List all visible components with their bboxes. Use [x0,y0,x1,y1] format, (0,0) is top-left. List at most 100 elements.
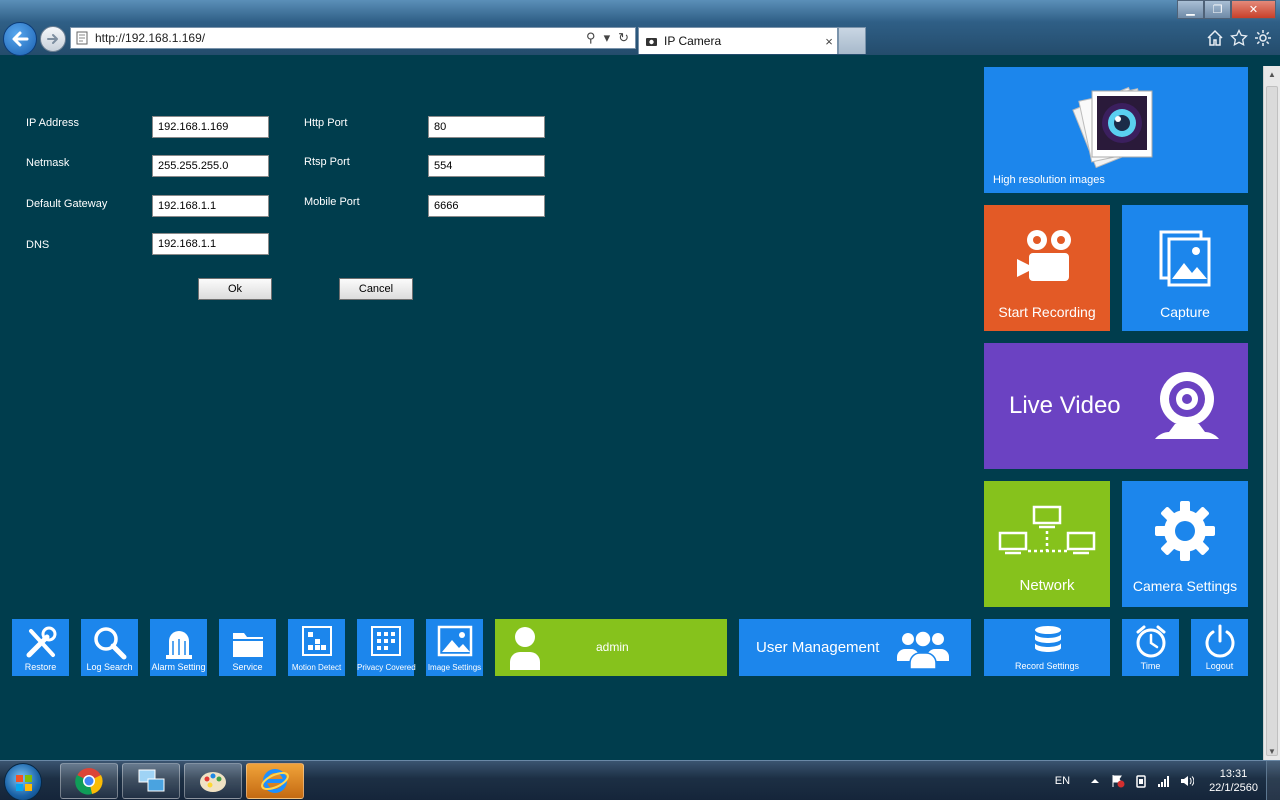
http-port-field[interactable] [428,116,545,138]
start-recording-label: Start Recording [998,304,1096,320]
time-label: Time [1140,661,1161,671]
high-res-label: High resolution images [993,174,1105,186]
mobile-port-field[interactable] [428,195,545,217]
paint-palette-icon [200,772,226,792]
webcam-icon [1155,372,1219,439]
start-recording-tile[interactable]: Start Recording [984,205,1110,331]
tools-icon [26,626,56,658]
live-video-label: Live Video [1009,392,1121,419]
taskbar-internet-explorer-app[interactable] [246,763,304,799]
forward-button[interactable] [40,26,66,52]
tab-ip-camera[interactable]: IP Camera × [638,27,838,54]
system-clock[interactable]: 13:31 22/1/2560 [1209,767,1258,795]
alarm-setting-label: Alarm Setting [151,662,206,672]
image-settings-tile[interactable]: Image Settings [426,619,483,676]
device-icon[interactable] [1134,774,1148,788]
taskbar-chrome-app[interactable] [60,763,118,799]
taskbar-paint-app[interactable] [184,763,242,799]
internet-explorer-icon [261,769,289,793]
show-hidden-icons-icon[interactable] [1088,774,1102,788]
browser-toolbar-icons [1206,28,1272,47]
service-label: Service [232,662,263,672]
rtsp-port-field[interactable] [428,155,545,177]
clock-date: 22/1/2560 [1209,782,1258,794]
network-label: Network [1019,577,1075,594]
magnifier-icon [93,627,126,660]
service-tile[interactable]: Service [219,619,276,676]
network-tile[interactable]: Network [984,481,1110,607]
address-bar[interactable]: http://192.168.1.169/ ⚲ ▾ ↻ [70,27,636,49]
tab-title: IP Camera [664,34,722,48]
camera-settings-tile[interactable]: Camera Settings [1122,481,1248,607]
back-button[interactable] [3,22,37,56]
dns-label: DNS [26,239,50,251]
volume-icon[interactable] [1180,774,1195,788]
refresh-icon[interactable]: ↻ [618,30,629,46]
image-settings-label: Image Settings [427,663,482,672]
privacy-covered-tile[interactable]: Privacy Covered [357,619,416,676]
ok-button[interactable]: Ok [198,278,272,300]
minimize-button[interactable]: ▁ [1177,0,1204,19]
network-app-icon [138,769,165,792]
user-icon [510,627,540,670]
live-video-tile[interactable]: Live Video [984,343,1248,469]
logout-tile[interactable]: Logout [1191,619,1248,676]
privacy-grid-icon [370,626,401,656]
logout-label: Logout [1205,661,1234,671]
photo-capture-icon [1159,230,1211,287]
current-user-tile[interactable]: admin [495,619,727,676]
scroll-down-arrow-icon[interactable]: ▼ [1264,743,1280,760]
close-window-button[interactable]: ✕ [1231,0,1276,19]
capture-tile[interactable]: Capture [1122,205,1248,331]
netmask-field[interactable] [152,155,269,177]
url-text: http://192.168.1.169/ [95,31,206,45]
alarm-setting-tile[interactable]: Alarm Setting [150,619,207,676]
default-gateway-field[interactable] [152,195,269,217]
home-icon[interactable] [1206,29,1224,47]
privacy-covered-label: Privacy Covered [357,663,416,672]
action-center-flag-icon[interactable] [1111,774,1125,788]
taskbar-network-app[interactable] [122,763,180,799]
motion-detect-tile[interactable]: Motion Detect [288,619,345,676]
settings-gear-icon[interactable] [1254,29,1272,47]
page-scrollbar[interactable]: ▲ ▼ [1263,66,1280,760]
ip-address-label: IP Address [26,117,79,129]
user-group-icon [897,630,949,669]
default-gateway-label: Default Gateway [26,198,108,210]
high-resolution-images-tile[interactable]: High resolution images [984,67,1248,193]
motion-grid-icon [301,626,332,656]
cancel-button[interactable]: Cancel [339,278,413,300]
language-indicator[interactable]: EN [1055,775,1070,787]
start-button[interactable] [4,763,42,800]
camera-tab-icon [646,37,657,46]
window-controls: ▁ ❐ ✕ [1177,0,1276,19]
record-settings-tile[interactable]: Record Settings [984,619,1110,676]
time-tile[interactable]: Time [1122,619,1179,676]
scroll-thumb[interactable] [1266,86,1278,756]
show-desktop-button[interactable] [1266,761,1280,800]
user-management-label: User Management [756,639,880,656]
database-icon [1035,626,1061,652]
restore-label: Restore [24,662,57,672]
windows-taskbar: EN 13:31 22/1/2560 [0,760,1280,800]
new-tab-button[interactable] [838,27,866,54]
restore-tile[interactable]: Restore [12,619,69,676]
search-icon[interactable]: ⚲ [586,30,596,46]
dns-field[interactable] [152,233,269,255]
scroll-up-arrow-icon[interactable]: ▲ [1264,66,1280,83]
user-management-tile[interactable]: User Management [739,619,971,676]
signal-strength-icon[interactable] [1157,774,1171,788]
log-search-tile[interactable]: Log Search [81,619,138,676]
record-settings-label: Record Settings [1014,661,1080,671]
dropdown-icon[interactable]: ▾ [604,30,611,46]
tab-close-icon[interactable]: × [821,34,837,49]
gear-icon [1155,501,1215,561]
favorites-star-icon[interactable] [1230,28,1248,47]
maximize-button[interactable]: ❐ [1204,0,1231,19]
log-search-label: Log Search [86,662,133,672]
ip-address-field[interactable] [152,116,269,138]
mobile-port-label: Mobile Port [304,196,360,208]
back-arrow-icon [12,31,29,47]
forward-arrow-icon [47,34,58,44]
capture-label: Capture [1160,304,1210,320]
